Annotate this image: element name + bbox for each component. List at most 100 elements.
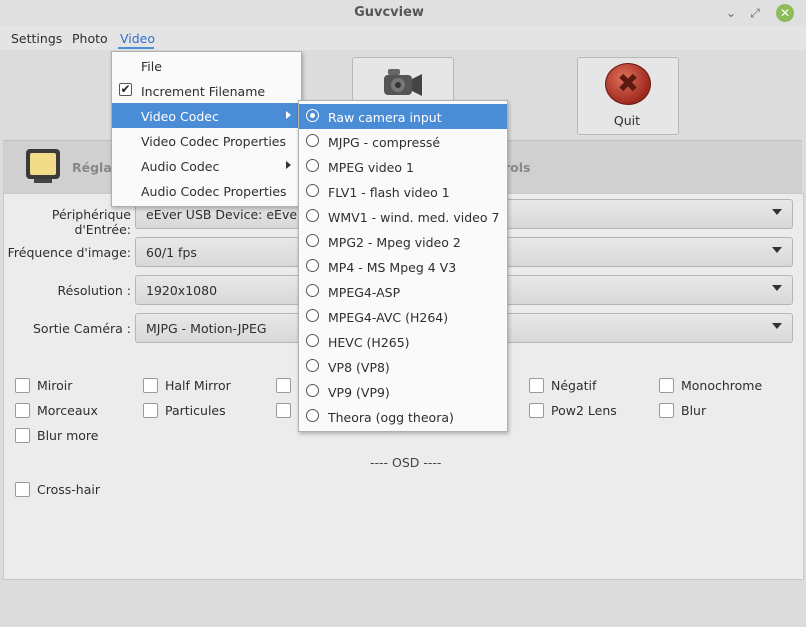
codec-option[interactable]: FLV1 - flash video 1 (299, 179, 507, 204)
radio-selected-icon (306, 109, 319, 122)
video-menu-audio-codec-properties-label: Audio Codec Properties (141, 184, 287, 199)
camera-output-value: MJPG - Motion-JPEG (146, 321, 267, 336)
filter-label-half-mirror: Half Mirror (165, 378, 231, 393)
filter-label-pieces: Morceaux (37, 403, 98, 418)
menu-video[interactable]: Video (120, 31, 155, 46)
codec-option-label: MPG2 - Mpeg video 2 (328, 235, 461, 250)
osd-heading: ---- OSD ---- (370, 455, 442, 470)
codec-option[interactable]: HEVC (H265) (299, 329, 507, 354)
video-menu-increment-filename-label: Increment Filename (141, 84, 266, 99)
codec-option[interactable]: MPG2 - Mpeg video 2 (299, 229, 507, 254)
codec-option-label: MPEG4-ASP (328, 285, 401, 300)
filter-checkbox-pow2-lens[interactable] (529, 403, 544, 418)
radio-icon (306, 309, 319, 322)
quit-label: Quit (613, 113, 641, 128)
window-title: Guvcview (354, 5, 424, 20)
submenu-arrow-icon (286, 161, 291, 169)
minimize-button[interactable]: ⌄ (722, 4, 740, 22)
radio-dot-icon (310, 113, 315, 118)
codec-option-label: MJPG - compressé (328, 135, 441, 150)
filter-label-mirror: Miroir (37, 378, 73, 393)
resolution-value: 1920x1080 (146, 283, 218, 298)
codec-option-label: MPEG4-AVC (H264) (328, 310, 449, 325)
filter-label-blur: Blur (681, 403, 707, 418)
filter-label-monochrome: Monochrome (681, 378, 763, 393)
filter-checkbox-hidden-2[interactable] (276, 403, 291, 418)
osd-label-crosshair: Cross-hair (37, 482, 100, 497)
codec-option-label: Raw camera input (328, 110, 442, 125)
filter-label-negative: Négatif (551, 378, 597, 393)
video-menu-audio-codec-label: Audio Codec (141, 159, 220, 174)
radio-icon (306, 334, 319, 347)
chevron-down-icon (772, 323, 782, 329)
radio-icon (306, 409, 319, 422)
video-menu-dropdown: File ✔ Increment Filename Video Codec Vi… (111, 51, 302, 207)
filter-checkbox-mirror[interactable] (15, 378, 30, 393)
codec-option-label: VP8 (VP8) (328, 360, 390, 375)
codec-option[interactable]: MPEG4-ASP (299, 279, 507, 304)
video-menu-file[interactable]: File (112, 53, 301, 78)
radio-icon (306, 234, 319, 247)
input-device-label: Périphérique d'Entrée: (51, 207, 131, 237)
video-menu-file-label: File (141, 59, 162, 74)
video-menu-audio-codec[interactable]: Audio Codec (112, 153, 301, 178)
codec-option-label: MPEG video 1 (328, 160, 414, 175)
filter-checkbox-monochrome[interactable] (659, 378, 674, 393)
video-camera-icon (384, 69, 422, 96)
video-menu-audio-codec-properties[interactable]: Audio Codec Properties (112, 178, 301, 203)
checkbox-checked-icon: ✔ (119, 82, 132, 96)
radio-icon (306, 134, 319, 147)
filter-label-particles: Particules (165, 403, 226, 418)
menu-settings[interactable]: Settings (11, 31, 62, 46)
video-codec-submenu: Raw camera input MJPG - compressé MPEG v… (298, 100, 508, 432)
filter-checkbox-hidden-1[interactable] (276, 378, 291, 393)
filter-checkbox-negative[interactable] (529, 378, 544, 393)
image-controls-icon (26, 149, 60, 183)
video-menu-video-codec-label: Video Codec (141, 109, 219, 124)
video-menu-video-codec[interactable]: Video Codec (112, 103, 301, 128)
frame-rate-value: 60/1 fps (146, 245, 197, 260)
radio-icon (306, 184, 319, 197)
menu-photo[interactable]: Photo (72, 31, 108, 46)
chevron-down-icon (772, 285, 782, 291)
resolution-label: Résolution : (57, 283, 132, 298)
codec-option-label: FLV1 - flash video 1 (328, 185, 450, 200)
codec-option[interactable]: Theora (ogg theora) (299, 404, 507, 429)
frame-rate-label: Fréquence d'image: (7, 245, 131, 260)
codec-option[interactable]: MJPG - compressé (299, 129, 507, 154)
codec-option[interactable]: WMV1 - wind. med. video 7 (299, 204, 507, 229)
filter-checkbox-half-mirror[interactable] (143, 378, 158, 393)
codec-option-label: VP9 (VP9) (328, 385, 390, 400)
filter-checkbox-pieces[interactable] (15, 403, 30, 418)
radio-icon (306, 384, 319, 397)
filter-checkbox-blur[interactable] (659, 403, 674, 418)
codec-option-label: MP4 - MS Mpeg 4 V3 (328, 260, 457, 275)
codec-option[interactable]: MPEG video 1 (299, 154, 507, 179)
filter-checkbox-blur-more[interactable] (15, 428, 30, 443)
camera-output-label: Sortie Caméra : (33, 321, 131, 336)
codec-option-label: WMV1 - wind. med. video 7 (328, 210, 500, 225)
restore-button[interactable]: ⤢ (746, 4, 764, 22)
video-menu-video-codec-properties-label: Video Codec Properties (141, 134, 287, 149)
codec-option[interactable]: VP9 (VP9) (299, 379, 507, 404)
filter-label-blur-more: Blur more (37, 428, 99, 443)
codec-option[interactable]: MP4 - MS Mpeg 4 V3 (299, 254, 507, 279)
radio-icon (306, 209, 319, 222)
codec-option-selected[interactable]: Raw camera input (299, 104, 507, 129)
video-menu-video-codec-properties[interactable]: Video Codec Properties (112, 128, 301, 153)
status-bar (0, 580, 806, 627)
filter-label-pow2-lens: Pow2 Lens (551, 403, 617, 418)
close-window-button[interactable]: ✕ (776, 4, 794, 22)
radio-icon (306, 159, 319, 172)
submenu-arrow-icon (286, 111, 291, 119)
video-menu-increment-filename[interactable]: ✔ Increment Filename (112, 78, 301, 103)
menu-video-underline (118, 47, 154, 49)
codec-option[interactable]: MPEG4-AVC (H264) (299, 304, 507, 329)
filter-checkbox-particles[interactable] (143, 403, 158, 418)
codec-option-label: HEVC (H265) (328, 335, 410, 350)
osd-checkbox-crosshair[interactable] (15, 482, 30, 497)
radio-icon (306, 259, 319, 272)
chevron-down-icon (772, 247, 782, 253)
codec-option[interactable]: VP8 (VP8) (299, 354, 507, 379)
radio-icon (306, 284, 319, 297)
